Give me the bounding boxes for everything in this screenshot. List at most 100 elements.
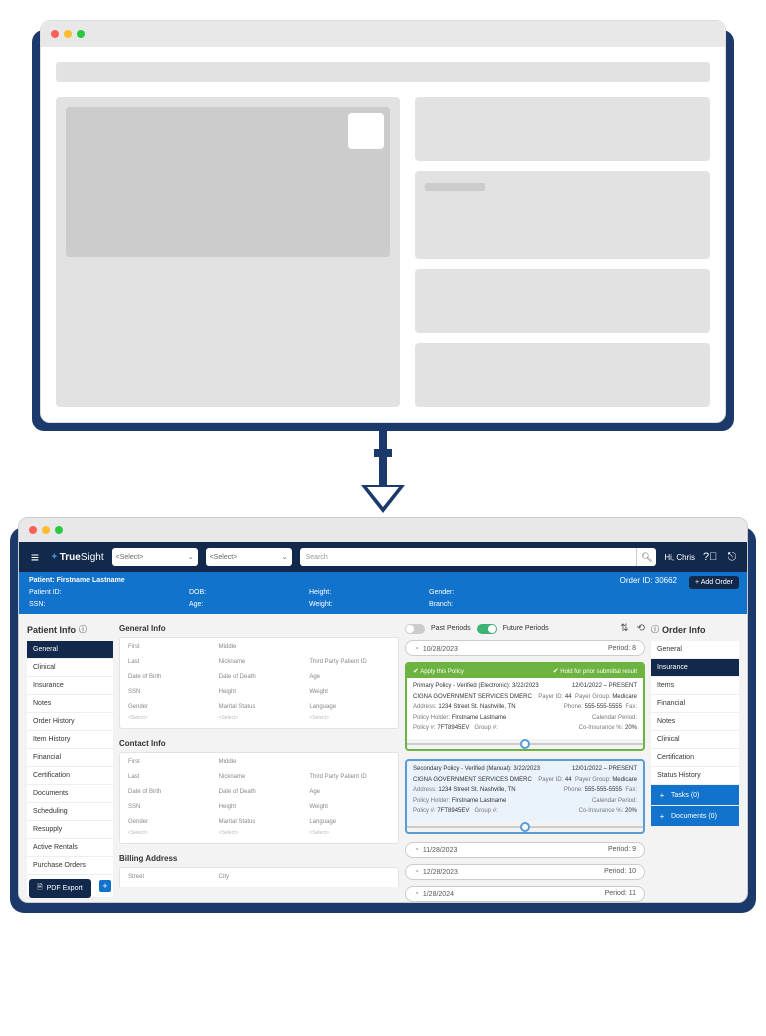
help-icon[interactable]: ⓘ — [79, 624, 87, 635]
order-item-items[interactable]: Items — [651, 677, 739, 695]
height-field[interactable]: Height — [219, 689, 300, 695]
future-periods-toggle[interactable] — [477, 624, 497, 634]
logout-icon[interactable]: ⎋ — [725, 551, 739, 564]
menu-icon[interactable]: ≡ — [27, 549, 43, 565]
close-dot[interactable] — [29, 526, 37, 534]
sidebar-item-notes[interactable]: Notes — [27, 695, 113, 713]
c-nickname-field[interactable]: Nickname — [219, 774, 300, 780]
order-item-clinical[interactable]: Clinical — [651, 731, 739, 749]
close-dot — [51, 30, 59, 38]
top-select-1[interactable]: <Select>⌄ — [112, 548, 198, 566]
add-order-button[interactable]: + Add Order — [689, 576, 739, 589]
sidebar-item-certification[interactable]: Certification — [27, 767, 113, 785]
sidebar-item-clinical[interactable]: Clinical — [27, 659, 113, 677]
c-marital-field[interactable]: Marital Status — [219, 819, 300, 825]
c-middle-field[interactable]: Middle — [219, 759, 300, 765]
maximize-dot — [77, 30, 85, 38]
period-row-10[interactable]: ◔12/28/2023 Period: 10 — [405, 864, 645, 880]
help-icon[interactable]: ?⃝ — [703, 551, 717, 563]
c-dob-field[interactable]: Date of Birth — [128, 789, 209, 795]
add-task-icon[interactable]: + — [99, 880, 111, 892]
policy-slider[interactable] — [407, 822, 643, 832]
order-item-documents[interactable]: +Documents (0) — [651, 806, 739, 827]
pdf-icon: 🗎 — [37, 883, 43, 894]
sidebar-item-general[interactable]: General — [27, 641, 113, 659]
c-ssn-field[interactable]: SSN — [128, 804, 209, 810]
order-item-financial[interactable]: Financial — [651, 695, 739, 713]
third-party-field[interactable]: Third Party Patient ID — [309, 659, 390, 665]
c-dod-field[interactable]: Date of Death — [219, 789, 300, 795]
dob-field[interactable]: Date of Birth — [128, 674, 209, 680]
past-periods-toggle[interactable] — [405, 624, 425, 634]
nickname-field[interactable]: Nickname — [219, 659, 300, 665]
order-item-insurance[interactable]: Insurance — [651, 659, 739, 677]
weight-field[interactable]: Weight — [309, 689, 390, 695]
plus-icon[interactable]: + — [657, 790, 667, 800]
sidebar-item-item-history[interactable]: Item History — [27, 731, 113, 749]
minimize-dot[interactable] — [42, 526, 50, 534]
wireframe-right-box-3 — [415, 269, 710, 333]
gender-label: Gender: — [429, 589, 549, 596]
sort-icon[interactable]: ⇅ — [620, 623, 628, 634]
language-field[interactable]: Language — [309, 704, 390, 710]
branch-label: Branch: — [429, 601, 549, 608]
app-window: ≡ ✦ TrueSight <Select>⌄ <Select>⌄ Search… — [18, 517, 748, 903]
app-titlebar — [19, 518, 747, 542]
sidebar-item-financial[interactable]: Financial — [27, 749, 113, 767]
street-field[interactable]: Street — [128, 874, 209, 880]
sidebar-item-order-history[interactable]: Order History — [27, 713, 113, 731]
sidebar-item-scheduling[interactable]: Scheduling — [27, 803, 113, 821]
policy-slider[interactable] — [407, 739, 643, 749]
patient-id-label: Patient ID: — [29, 589, 189, 596]
first-field[interactable]: First — [128, 644, 209, 650]
wireframe-topbar-placeholder — [56, 62, 710, 82]
sidebar-item-insurance[interactable]: Insurance — [27, 677, 113, 695]
order-item-general[interactable]: General — [651, 641, 739, 659]
minimize-dot — [64, 30, 72, 38]
secondary-policy-card[interactable]: Secondary Policy - Verified (Manual): 3/… — [405, 759, 645, 834]
age-field[interactable]: Age — [309, 674, 390, 680]
c-first-field[interactable]: First — [128, 759, 209, 765]
ssn-label: SSN: — [29, 601, 189, 608]
sidebar-item-documents[interactable]: Documents — [27, 785, 113, 803]
period-row-11[interactable]: ◔1/28/2024 Period: 11 — [405, 886, 645, 902]
c-last-field[interactable]: Last — [128, 774, 209, 780]
order-item-notes[interactable]: Notes — [651, 713, 739, 731]
plus-icon[interactable]: + — [657, 811, 667, 821]
primary-policy-card[interactable]: ✔ Apply this Policy ✔ Hold for prior sub… — [405, 662, 645, 751]
search-button[interactable]: 🔍︎ — [636, 548, 656, 566]
order-info-title: ⓘOrder Info — [651, 622, 739, 641]
order-item-status-history[interactable]: Status History — [651, 767, 739, 785]
patient-summary-bar: Patient: Firstname Lastname Patient ID: … — [19, 572, 747, 614]
sidebar-item-purchase-orders[interactable]: Purchase Orders — [27, 857, 113, 875]
order-item-certification[interactable]: Certification — [651, 749, 739, 767]
wireframe-titlebar — [41, 21, 725, 47]
c-gender-field[interactable]: Gender — [128, 819, 209, 825]
sidebar-item-resupply[interactable]: Resupply — [27, 821, 113, 839]
sidebar-item-active-rentals[interactable]: Active Rentals — [27, 839, 113, 857]
last-field[interactable]: Last — [128, 659, 209, 665]
gender-field[interactable]: Gender — [128, 704, 209, 710]
city-field[interactable]: City — [219, 874, 300, 880]
c-weight-field[interactable]: Weight — [309, 804, 390, 810]
top-select-2[interactable]: <Select>⌄ — [206, 548, 292, 566]
info-icon[interactable]: ⓘ — [651, 624, 659, 635]
pdf-export-button[interactable]: 🗎PDF Export — [29, 879, 91, 898]
period-row-9[interactable]: ◔11/28/2023 Period: 9 — [405, 842, 645, 858]
c-height-field[interactable]: Height — [219, 804, 300, 810]
maximize-dot[interactable] — [55, 526, 63, 534]
period-row-8[interactable]: ◔10/28/2023 Period: 8 — [405, 640, 645, 656]
search-icon: 🔍︎ — [641, 552, 652, 563]
refresh-icon[interactable]: ⟲ — [637, 623, 645, 634]
general-info-form: First Middle Last Nickname Third Party P… — [119, 637, 399, 729]
wireframe-left-placeholder — [56, 97, 400, 407]
c-third-party-field[interactable]: Third Party Patient ID — [309, 774, 390, 780]
middle-field[interactable]: Middle — [219, 644, 300, 650]
order-item-tasks[interactable]: +Tasks (0) — [651, 785, 739, 806]
c-age-field[interactable]: Age — [309, 789, 390, 795]
search-input[interactable]: Search — [300, 548, 637, 566]
c-language-field[interactable]: Language — [309, 819, 390, 825]
marital-field[interactable]: Marital Status — [219, 704, 300, 710]
dod-field[interactable]: Date of Death — [219, 674, 300, 680]
ssn-field[interactable]: SSN — [128, 689, 209, 695]
